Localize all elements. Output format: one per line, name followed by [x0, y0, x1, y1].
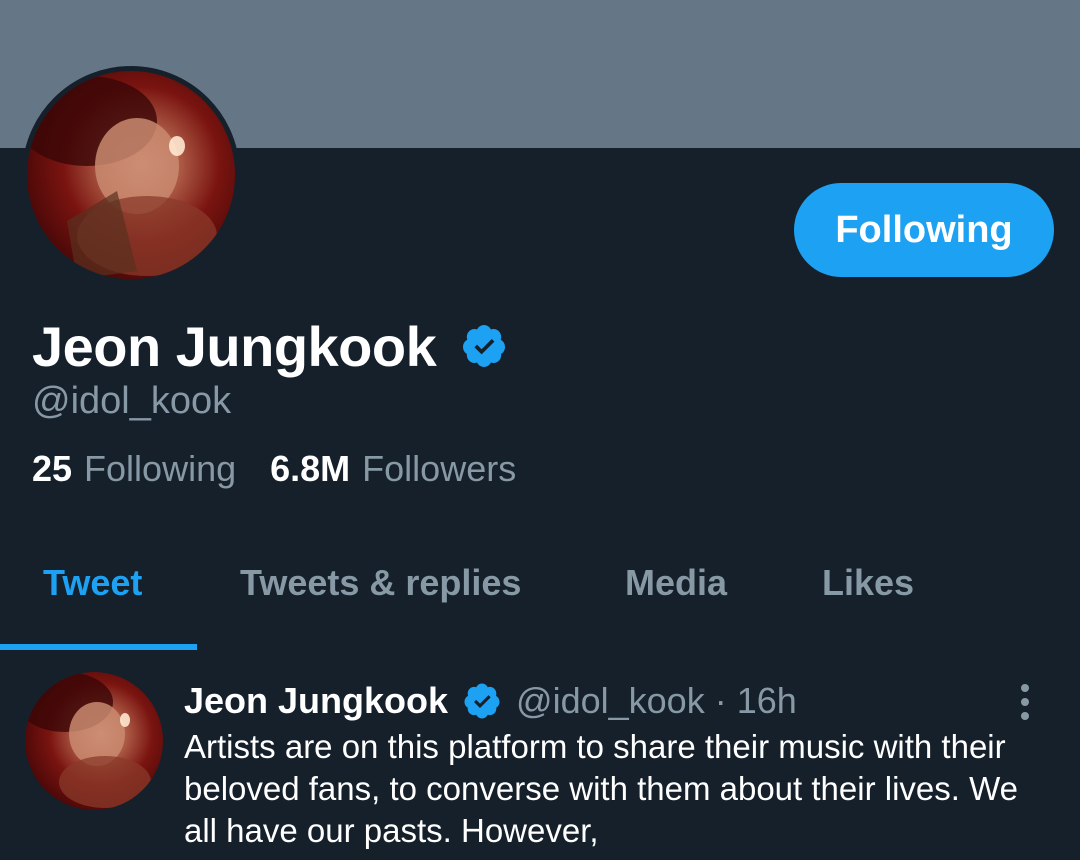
profile-avatar[interactable]	[22, 66, 240, 284]
active-tab-indicator	[0, 644, 197, 650]
tab-tweets-replies[interactable]: Tweets & replies	[240, 562, 521, 604]
profile-tabs: Tweet Tweets & replies Media Likes	[0, 540, 1080, 652]
tweet-author-avatar[interactable]	[25, 672, 163, 810]
following-button[interactable]: Following	[794, 183, 1054, 277]
following-stat[interactable]: 25 Following	[32, 448, 236, 490]
tab-media[interactable]: Media	[625, 562, 727, 604]
followers-label: Followers	[362, 448, 517, 489]
verified-badge-icon	[464, 683, 500, 719]
profile-name-row: Jeon Jungkook	[32, 308, 508, 384]
tweet-time[interactable]: 16h	[737, 680, 797, 722]
tweet-text: Artists are on this platform to share th…	[184, 728, 1018, 849]
tweet-item[interactable]: Jeon Jungkook @idol_kook · 16h Artists a…	[0, 652, 1080, 860]
tweet-author-name[interactable]: Jeon Jungkook	[184, 680, 448, 722]
tweet-header: Jeon Jungkook @idol_kook · 16h	[184, 678, 797, 724]
following-label: Following	[84, 448, 237, 489]
profile-page: Following Jeon Jungkook @idol_kook 25 Fo…	[0, 0, 1080, 860]
followers-stat[interactable]: 6.8M Followers	[270, 448, 516, 490]
tweet-separator: ·	[714, 680, 727, 721]
profile-display-name: Jeon Jungkook	[32, 314, 437, 378]
followers-count: 6.8M	[270, 448, 351, 489]
more-vertical-icon[interactable]	[1010, 682, 1040, 722]
profile-handle: @idol_kook	[32, 380, 232, 422]
verified-badge-icon	[463, 325, 506, 367]
tweet-author-handle: @idol_kook	[516, 680, 705, 721]
tab-likes[interactable]: Likes	[822, 562, 914, 604]
profile-stats: 25 Following 6.8M Followers	[32, 448, 516, 490]
following-count: 25	[32, 448, 73, 489]
tab-tweet[interactable]: Tweet	[43, 562, 142, 604]
